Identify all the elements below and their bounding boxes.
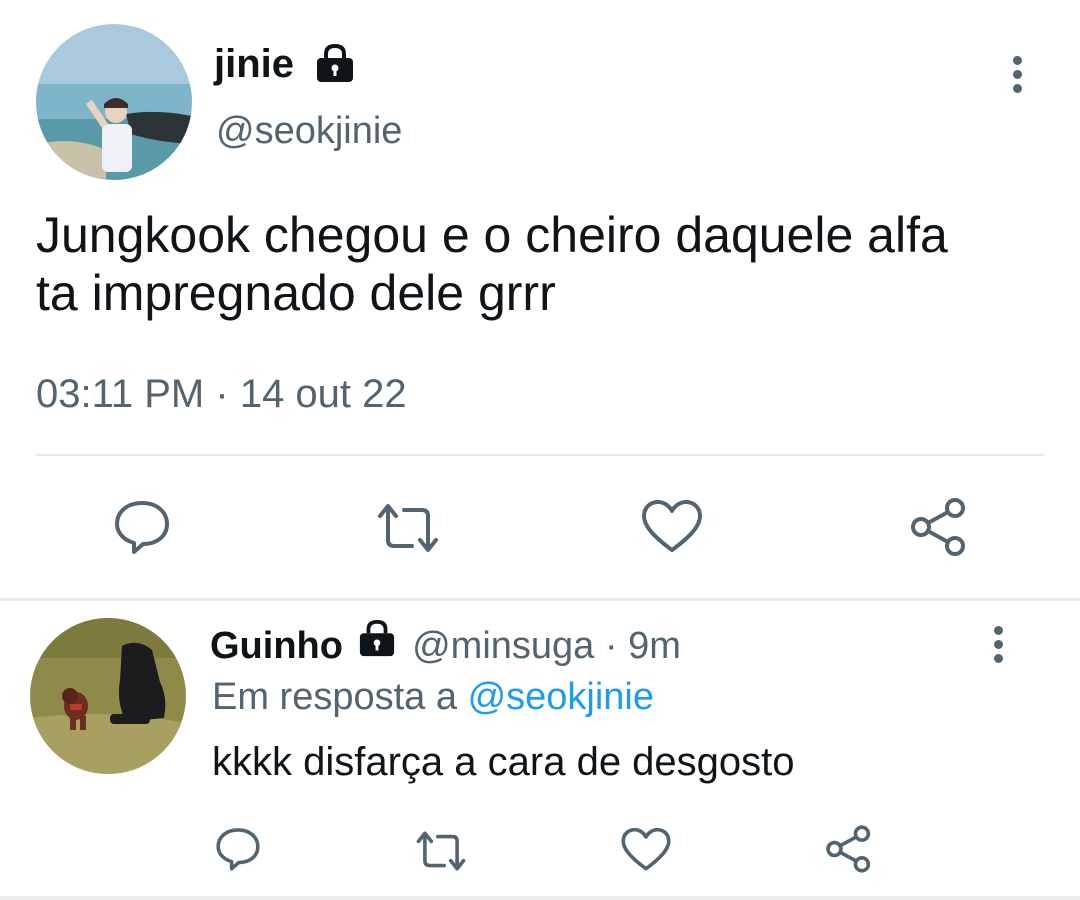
reply-icon[interactable] [214, 826, 262, 872]
tweet-time: 03:11 PM [36, 372, 205, 416]
lock-icon [314, 43, 356, 89]
like-icon[interactable] [640, 498, 704, 556]
reply-text: kkkk disfarça a cara de desgosto [212, 740, 795, 784]
in-reply-to-label: Em resposta a [212, 676, 457, 718]
reply-author-name[interactable]: Guinho [210, 625, 343, 667]
more-options-icon[interactable] [991, 626, 1005, 670]
meta-separator: · [215, 372, 229, 416]
author-avatar[interactable] [36, 24, 192, 180]
tweet-timestamp[interactable]: 03:11 PM · 14 out 22 [36, 372, 407, 417]
share-icon[interactable] [908, 496, 970, 558]
reply-author-handle[interactable]: @minsuga [412, 625, 594, 667]
author-handle[interactable]: @seokjinie [216, 110, 402, 153]
bottom-divider [0, 896, 1080, 900]
in-reply-to-handle-link[interactable]: @seokjinie [468, 676, 654, 718]
reply-header: Guinho @minsuga · 9m [210, 619, 681, 672]
tweet-date: 14 out 22 [239, 372, 407, 416]
reply-author-avatar[interactable] [30, 618, 186, 774]
like-icon[interactable] [620, 826, 672, 874]
section-divider [0, 598, 1080, 601]
lock-icon [356, 619, 398, 668]
tweet-text: Jungkook chegou e o cheiro daquele alfa … [36, 206, 1046, 322]
meta-separator: · [604, 625, 618, 668]
share-icon[interactable] [824, 824, 874, 874]
tweet-text-line: ta impregnado dele grrr [36, 265, 556, 321]
more-options-icon[interactable] [1010, 56, 1024, 100]
retweet-icon[interactable] [412, 828, 470, 874]
author-name[interactable]: jinie [214, 42, 294, 87]
tweet-text-line: Jungkook chegou e o cheiro daquele alfa [36, 207, 948, 263]
in-reply-to: Em resposta a @seokjinie [212, 676, 654, 719]
reply-age: 9m [628, 625, 681, 668]
divider [36, 454, 1044, 456]
reply-icon[interactable] [112, 498, 172, 556]
retweet-icon[interactable] [372, 500, 444, 556]
